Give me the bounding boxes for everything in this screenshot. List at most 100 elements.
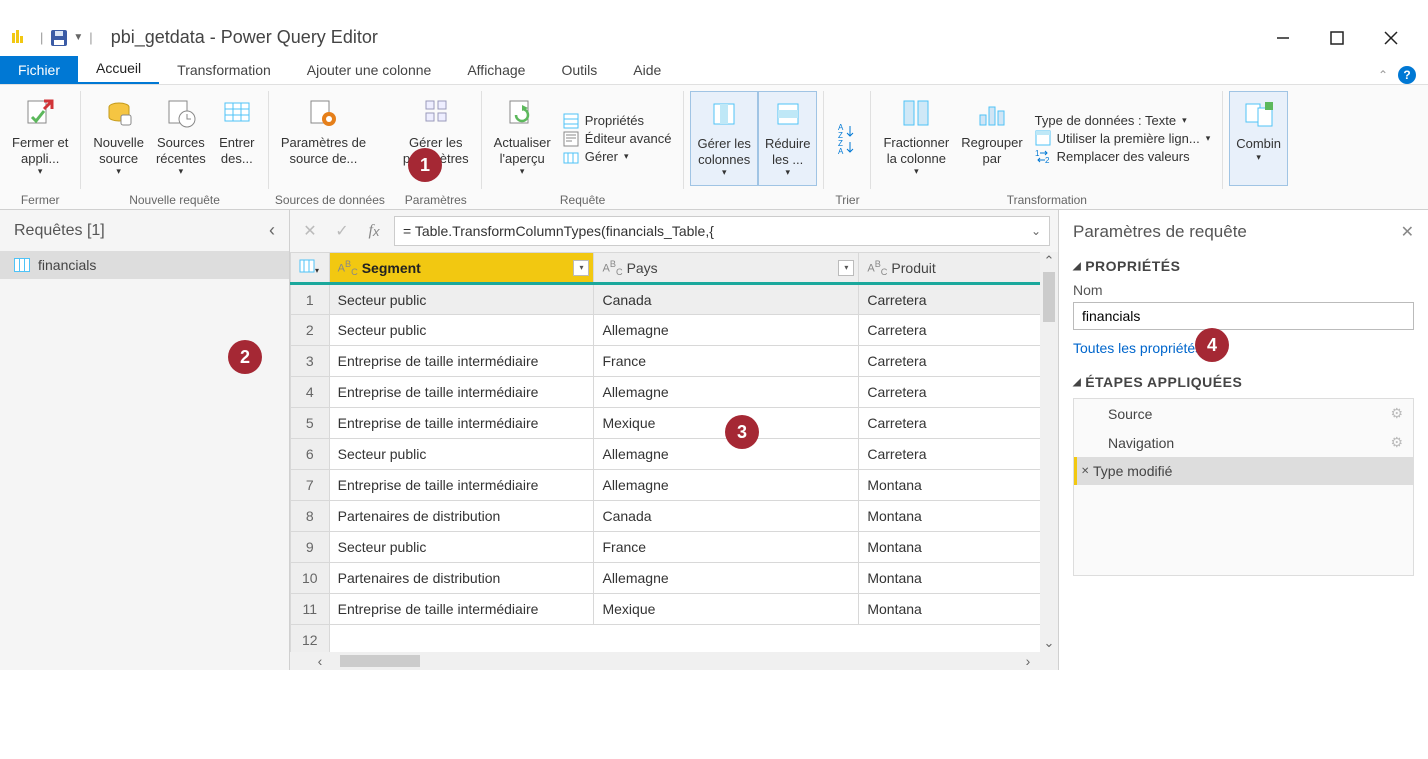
column-header-segment[interactable]: ABC Segment ▾ (329, 253, 594, 284)
tab-help[interactable]: Aide (615, 56, 679, 84)
cell[interactable]: Allemagne (594, 470, 859, 501)
formula-input[interactable]: = Table.TransformColumnTypes(financials_… (394, 216, 1050, 246)
row-number[interactable]: 3 (291, 346, 330, 377)
replace-values-button[interactable]: 12Remplacer des valeurs (1035, 148, 1211, 164)
cell[interactable]: Montana (859, 501, 1058, 532)
scroll-thumb[interactable] (1043, 272, 1055, 322)
cell[interactable]: Allemagne (594, 315, 859, 346)
table-row[interactable]: 3Entreprise de taille intermédiaireFranc… (291, 346, 1058, 377)
horizontal-scrollbar[interactable]: ‹ › (290, 652, 1058, 670)
manage-query-button[interactable]: Gérer ▾ (563, 149, 672, 165)
cell[interactable]: France (594, 532, 859, 563)
scroll-left-icon[interactable]: ‹ (310, 653, 330, 669)
group-by-button[interactable]: Regrouper par (955, 91, 1028, 186)
minimize-button[interactable] (1276, 31, 1290, 45)
close-settings-icon[interactable]: ✕ (1401, 222, 1414, 242)
collapse-ribbon-icon[interactable]: ⌃ (1378, 68, 1388, 82)
column-filter-icon[interactable]: ▾ (573, 260, 589, 276)
sort-desc-button[interactable]: ZA (838, 140, 856, 154)
advanced-editor-button[interactable]: Éditeur avancé (563, 131, 672, 147)
help-icon[interactable]: ? (1398, 66, 1416, 84)
row-number[interactable]: 8 (291, 501, 330, 532)
table-row[interactable]: 10Partenaires de distributionAllemagneMo… (291, 563, 1058, 594)
qat-dropdown-icon[interactable]: ▼ (73, 32, 83, 43)
hscroll-thumb[interactable] (340, 655, 420, 667)
table-row[interactable]: 11Entreprise de taille intermédiaireMexi… (291, 594, 1058, 625)
cell[interactable]: Carretera (859, 315, 1058, 346)
table-row[interactable]: 9Secteur publicFranceMontana (291, 532, 1058, 563)
cell[interactable]: Montana (859, 532, 1058, 563)
table-row[interactable]: 5Entreprise de taille intermédiaireMexiq… (291, 408, 1058, 439)
row-number[interactable]: 10 (291, 563, 330, 594)
cell[interactable]: Entreprise de taille intermédiaire (329, 346, 594, 377)
row-number[interactable]: 9 (291, 532, 330, 563)
grid-corner[interactable]: ▾ (291, 253, 330, 284)
formula-commit-icon[interactable]: ✓ (330, 219, 354, 243)
cell[interactable]: Allemagne (594, 377, 859, 408)
vertical-scrollbar[interactable]: ⌃ ⌄ (1040, 252, 1058, 652)
table-row[interactable]: 4Entreprise de taille intermédiaireAllem… (291, 377, 1058, 408)
table-row[interactable]: 6Secteur publicAllemagneCarretera (291, 439, 1058, 470)
formula-fx-icon[interactable]: fx (362, 219, 386, 243)
enter-data-button[interactable]: Entrer des... (212, 91, 262, 186)
properties-button[interactable]: Propriétés (563, 113, 672, 129)
query-item-financials[interactable]: financials (0, 251, 289, 279)
cell[interactable]: Montana (859, 470, 1058, 501)
cell[interactable]: Carretera (859, 284, 1058, 315)
row-number[interactable]: 6 (291, 439, 330, 470)
cell[interactable]: Partenaires de distribution (329, 563, 594, 594)
cell[interactable]: Montana (859, 563, 1058, 594)
cell[interactable]: France (594, 346, 859, 377)
refresh-preview-button[interactable]: Actualiser l'aperçu▾ (488, 91, 557, 186)
sort-asc-button[interactable]: AZ (838, 124, 856, 138)
split-column-button[interactable]: Fractionner la colonne▾ (877, 91, 955, 186)
cell[interactable]: Canada (594, 284, 859, 315)
table-row[interactable]: 7Entreprise de taille intermédiaireAllem… (291, 470, 1058, 501)
applied-step[interactable]: Source⚙ (1074, 399, 1413, 428)
cell[interactable]: Secteur public (329, 315, 594, 346)
combine-button[interactable]: Combin▾ (1229, 91, 1288, 186)
row-number[interactable]: 7 (291, 470, 330, 501)
cell[interactable]: Allemagne (594, 439, 859, 470)
cell[interactable]: Entreprise de taille intermédiaire (329, 408, 594, 439)
cell[interactable]: Entreprise de taille intermédiaire (329, 377, 594, 408)
row-number[interactable]: 12 (291, 625, 330, 653)
cell[interactable]: Allemagne (594, 563, 859, 594)
reduce-rows-button[interactable]: Réduire les ... ▾ (758, 91, 818, 186)
column-filter-icon[interactable]: ▾ (838, 260, 854, 276)
cell[interactable]: Montana (859, 594, 1058, 625)
tab-addcolumn[interactable]: Ajouter une colonne (289, 56, 450, 84)
cell[interactable]: Carretera (859, 408, 1058, 439)
cell[interactable]: Secteur public (329, 439, 594, 470)
save-icon[interactable] (49, 28, 69, 48)
tab-view[interactable]: Affichage (449, 56, 543, 84)
tab-transform[interactable]: Transformation (159, 56, 289, 84)
scroll-right-icon[interactable]: › (1018, 653, 1038, 669)
close-apply-button[interactable]: Fermer et appli...▾ (6, 91, 74, 186)
manage-columns-button[interactable]: Gérer les colonnes▾ (690, 91, 757, 186)
row-number[interactable]: 5 (291, 408, 330, 439)
new-source-button[interactable]: Nouvelle source ▾ (87, 91, 150, 186)
cell[interactable]: Canada (594, 501, 859, 532)
table-row[interactable]: 2Secteur publicAllemagneCarretera (291, 315, 1058, 346)
cell[interactable]: Carretera (859, 346, 1058, 377)
row-number[interactable]: 1 (291, 284, 330, 315)
cell[interactable]: Carretera (859, 377, 1058, 408)
cell[interactable]: Entreprise de taille intermédiaire (329, 470, 594, 501)
scroll-up-icon[interactable]: ⌃ (1040, 252, 1058, 270)
formula-cancel-icon[interactable]: ✕ (298, 219, 322, 243)
cell[interactable]: Carretera (859, 439, 1058, 470)
tab-file[interactable]: Fichier (0, 56, 78, 84)
all-properties-link[interactable]: Toutes les propriétés (1073, 340, 1414, 356)
applied-steps-title[interactable]: ◢ ÉTAPES APPLIQUÉES (1073, 374, 1414, 390)
data-type-button[interactable]: Type de données : Texte ▾ (1035, 113, 1211, 128)
table-row[interactable]: 8Partenaires de distributionCanadaMontan… (291, 501, 1058, 532)
cell[interactable]: Secteur public (329, 532, 594, 563)
datasource-settings-button[interactable]: Paramètres de source de... (275, 91, 372, 186)
cell[interactable]: Entreprise de taille intermédiaire (329, 594, 594, 625)
applied-step[interactable]: Navigation⚙ (1074, 428, 1413, 457)
formula-expand-icon[interactable]: ⌄ (1031, 224, 1041, 238)
column-header-pays[interactable]: ABC Pays ▾ (594, 253, 859, 284)
tab-tools[interactable]: Outils (543, 56, 615, 84)
applied-step[interactable]: Type modifié (1074, 457, 1413, 485)
